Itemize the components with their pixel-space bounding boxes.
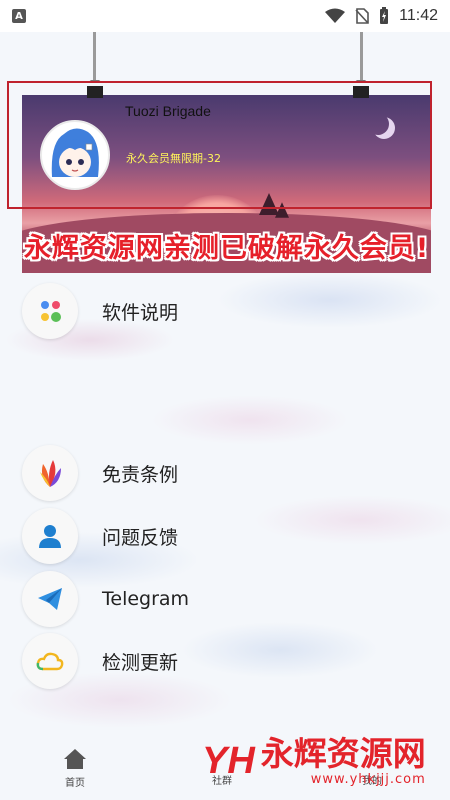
menu-item-label: 免责条例 [102,463,179,486]
nav-home-label: 首页 [65,778,85,789]
clock: 11:42 [399,7,438,24]
watermark-logo: YH [202,740,255,782]
menu-item-disclaimer[interactable]: 免责条例 [22,444,422,502]
paper-plane-icon [38,588,62,610]
menu-item-label: 检测更新 [102,651,179,674]
no-sim-icon [355,8,369,24]
watermark: YH 永辉资源网 www.yhkjjj.com [202,734,426,788]
hanging-string [93,32,96,82]
menu-item-telegram[interactable]: Telegram [22,570,422,628]
hanging-string [360,32,363,82]
petal-icon [40,460,61,487]
menu-item-check-update[interactable]: 检测更新 [22,632,422,690]
selection-highlight [7,81,432,209]
menu-item-software-info[interactable]: 软件说明 [22,282,422,340]
menu-item-label: Telegram [102,588,190,610]
dots-icon [41,301,61,322]
menu-item-label: 软件说明 [102,301,179,324]
person-icon [39,525,61,548]
menu-item-label: 问题反馈 [102,526,179,549]
status-bar: A 11:42 [0,0,450,32]
nav-home[interactable]: 首页 [60,748,90,789]
menu-item-feedback[interactable]: 问题反馈 [22,507,422,565]
battery-charging-icon [380,7,389,24]
home-icon [64,749,86,769]
wifi-icon [325,8,346,23]
watermark-url: www.yhkjjj.com [310,772,426,787]
cloud-icon [36,652,64,671]
notification-badge: A [12,9,26,23]
watermark-title: 永辉资源网 [260,734,426,773]
promo-banner-text: 永辉资源网亲测已破解永久会员! [23,233,430,264]
